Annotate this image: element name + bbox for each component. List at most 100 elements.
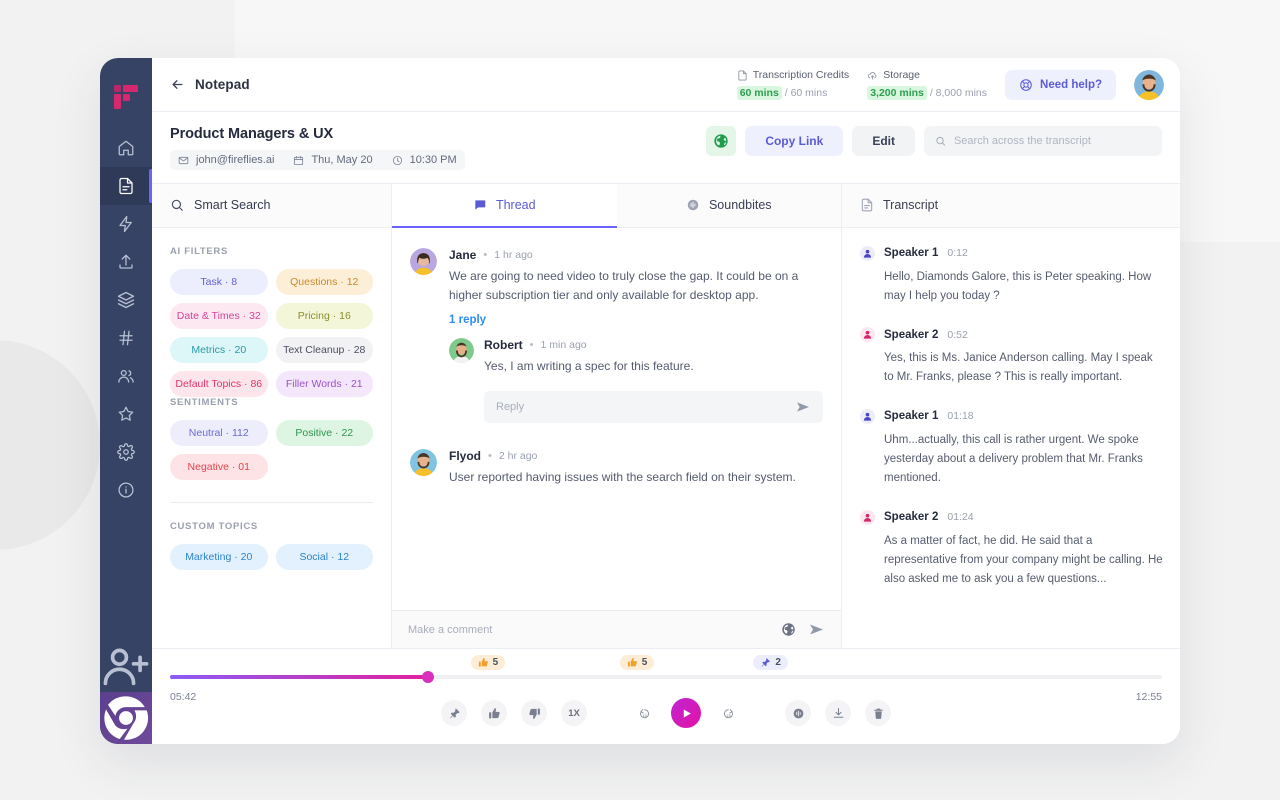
- sidebar-item-notepad[interactable]: [100, 167, 152, 205]
- transcript-block[interactable]: Speaker 2 0:52 Yes, this is Ms. Janice And…: [860, 327, 1164, 388]
- meeting-header: Product Managers & UX john@fireflies.ai …: [152, 112, 1180, 183]
- filter-group-title: CUSTOM TOPICS: [170, 520, 258, 532]
- post-body: Jane • 1 hr ago We are going to need vid…: [449, 248, 823, 423]
- search-icon: [171, 199, 183, 211]
- speaker-name: Speaker 2: [884, 511, 939, 524]
- back-label: Notepad: [195, 77, 250, 92]
- need-help-button[interactable]: Need help?: [1005, 69, 1116, 100]
- person-icon: [863, 249, 872, 258]
- filter-chip[interactable]: Neutral · 112: [170, 419, 268, 446]
- reaction-marker[interactable]: 2: [753, 655, 788, 670]
- post-text: User reported having issues with the sea…: [449, 469, 796, 484]
- sidebar-item-channels[interactable]: [100, 319, 152, 357]
- comment-bar[interactable]: [392, 610, 841, 648]
- transcript-header[interactable]: Transcript: [842, 183, 1180, 228]
- reply-input[interactable]: [496, 400, 787, 413]
- transcript-block[interactable]: Speaker 1 01:18 Uhm...actually, this call …: [860, 408, 1164, 489]
- avatar[interactable]: [1134, 69, 1164, 100]
- avatar[interactable]: [449, 338, 474, 364]
- thumbs-up-button[interactable]: [481, 700, 507, 726]
- transcript-block[interactable]: Speaker 2 01:24 As a matter of fact, he di…: [860, 509, 1164, 590]
- globe-icon[interactable]: [781, 622, 796, 637]
- pin-button[interactable]: [441, 700, 467, 726]
- tab-thread[interactable]: Thread: [392, 183, 617, 228]
- left-nav-sidebar: [100, 58, 152, 744]
- transcript-block[interactable]: Speaker 1 0:12 Hello, Diamonds Galore, thi…: [860, 245, 1164, 307]
- seek-bar[interactable]: [170, 671, 1162, 683]
- delete-button[interactable]: [865, 700, 891, 726]
- send-icon[interactable]: [808, 621, 825, 638]
- filter-chip[interactable]: Default Topics · 86: [170, 370, 268, 397]
- view-replies-link[interactable]: 1 reply: [449, 314, 823, 326]
- speaker-timestamp: 0:52: [947, 328, 968, 341]
- download-button[interactable]: [825, 700, 851, 726]
- sidebar-item-starred[interactable]: [100, 395, 152, 433]
- sidebar-item-home[interactable]: [100, 129, 152, 167]
- filter-chip[interactable]: Negative · 01: [170, 453, 268, 480]
- rewind-15-icon: 15: [639, 708, 649, 718]
- avatar[interactable]: [410, 247, 437, 275]
- tab-soundbites[interactable]: Soundbites: [617, 184, 842, 227]
- comment-input[interactable]: [408, 623, 769, 636]
- info-icon: [118, 482, 134, 498]
- storage-head: Storage: [867, 68, 987, 83]
- reaction-marker[interactable]: 5: [619, 655, 655, 670]
- filter-chip[interactable]: Social · 12: [275, 543, 373, 570]
- filter-chip[interactable]: Questions · 12: [275, 268, 373, 295]
- play-button[interactable]: [671, 698, 701, 728]
- filter-chip[interactable]: Marketing · 20: [170, 543, 268, 570]
- forward-button[interactable]: 15: [715, 700, 741, 726]
- post-body: Flyod • 2 hr ago User reported having is…: [449, 449, 823, 487]
- reply-input-box[interactable]: [484, 390, 823, 423]
- playback-speed-button[interactable]: 1X: [561, 700, 587, 726]
- send-icon[interactable]: [795, 399, 811, 415]
- filter-chip[interactable]: Text Cleanup · 28: [275, 336, 373, 363]
- transcript-text: Hello, Diamonds Galore, this is Peter sp…: [884, 270, 1152, 302]
- sidebar-item-invite[interactable]: [100, 640, 152, 692]
- seek-handle[interactable]: [421, 671, 434, 683]
- sidebar-item-teams[interactable]: [100, 357, 152, 395]
- back-button[interactable]: Notepad: [170, 77, 250, 92]
- filter-chip[interactable]: Filler Words · 21: [275, 370, 373, 397]
- reaction-marker[interactable]: 5: [470, 655, 506, 670]
- sidebar-item-upload[interactable]: [100, 243, 152, 281]
- post-separator: •: [483, 248, 488, 261]
- filter-chip[interactable]: Positive · 22: [275, 419, 373, 446]
- filter-chip[interactable]: Task · 8: [170, 268, 268, 295]
- edit-button[interactable]: Edit: [852, 126, 915, 156]
- avatar[interactable]: [410, 448, 437, 476]
- filter-chip[interactable]: Pricing · 16: [275, 302, 373, 329]
- thumbs-down-button[interactable]: [521, 700, 547, 726]
- public-toggle-button[interactable]: [706, 126, 737, 156]
- filter-chip[interactable]: Date & Times · 32: [170, 302, 268, 329]
- sidebar-item-automations[interactable]: [100, 205, 152, 243]
- fireflies-logo[interactable]: [114, 85, 138, 109]
- rewind-button[interactable]: 15: [631, 700, 657, 726]
- thread-tabs: Thread Soundbites: [392, 183, 842, 228]
- soundbite-button[interactable]: [785, 700, 811, 726]
- document-icon: [738, 70, 747, 81]
- trash-icon: [873, 708, 883, 719]
- speaker-name: Speaker 1: [884, 410, 939, 423]
- meeting-meta: john@fireflies.ai Thu, May 20 10:30 PM: [170, 150, 465, 170]
- forward-15-icon: 15: [723, 708, 733, 718]
- copy-link-button[interactable]: Copy Link: [745, 126, 844, 156]
- search-input[interactable]: [953, 135, 1151, 147]
- chrome-icon: [104, 696, 149, 740]
- storage-used: 3,200 mins: [867, 85, 927, 100]
- sidebar-nav-list: [100, 129, 152, 509]
- transcript-search-box[interactable]: [924, 126, 1162, 156]
- lightning-icon: [119, 215, 132, 233]
- filter-group: SENTIMENTS Neutral · 112 Positive · 22 Nega…: [170, 397, 373, 480]
- transcript-list: Speaker 1 0:12 Hello, Diamonds Galore, thi…: [842, 228, 1180, 649]
- transcript-text: Yes, this is Ms. Janice Anderson calling…: [884, 352, 1153, 384]
- speaker-timestamp: 01:18: [947, 410, 974, 423]
- thumbs-up-icon: [478, 657, 488, 667]
- main-area: Notepad Transcription Credits 60 mins / …: [152, 58, 1180, 744]
- sidebar-item-library[interactable]: [100, 281, 152, 319]
- sidebar-item-chrome-extension[interactable]: [100, 692, 152, 744]
- filter-chip[interactable]: Metrics · 20: [170, 336, 268, 363]
- smart-search-button[interactable]: Smart Search: [152, 183, 391, 228]
- sidebar-item-info[interactable]: [100, 471, 152, 509]
- sidebar-item-settings[interactable]: [100, 433, 152, 471]
